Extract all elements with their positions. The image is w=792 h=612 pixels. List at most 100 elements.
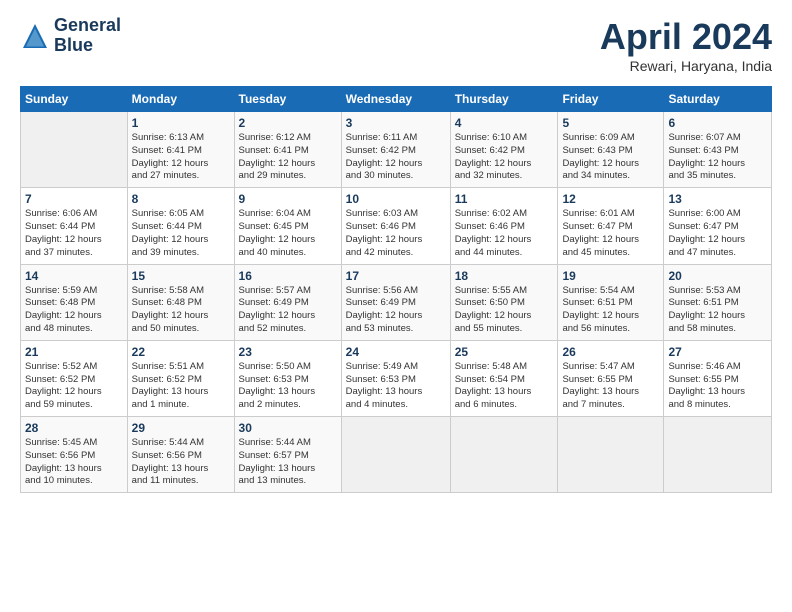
day-cell: 28 Sunrise: 5:45 AM Sunset: 6:56 PM Dayli… (21, 417, 128, 493)
day-cell: 23 Sunrise: 5:50 AM Sunset: 6:53 PM Dayli… (234, 340, 341, 416)
day-info: Sunrise: 6:11 AM Sunset: 6:42 PM Dayligh… (346, 132, 446, 183)
logo-text: General Blue (54, 16, 121, 56)
day-number: 15 (132, 269, 230, 283)
day-info: Sunrise: 6:10 AM Sunset: 6:42 PM Dayligh… (455, 132, 554, 183)
day-cell: 13Sunrise: 6:00 AM Sunset: 6:47 PM Dayli… (664, 188, 772, 264)
day-cell: 30 Sunrise: 5:44 AM Sunset: 6:57 PM Dayli… (234, 417, 341, 493)
day-number: 30 (239, 421, 337, 435)
week-row-1: 7Sunrise: 6:06 AM Sunset: 6:44 PM Daylig… (21, 188, 772, 264)
day-info: Sunrise: 5:58 AM Sunset: 6:48 PM Dayligh… (132, 285, 230, 336)
location: Rewari, Haryana, India (600, 58, 772, 74)
week-row-4: 28 Sunrise: 5:45 AM Sunset: 6:56 PM Dayli… (21, 417, 772, 493)
day-cell: 18 Sunrise: 5:55 AM Sunset: 6:50 PM Dayli… (450, 264, 558, 340)
month-title: April 2024 (600, 16, 772, 58)
day-info: Sunrise: 6:07 AM Sunset: 6:43 PM Dayligh… (668, 132, 767, 183)
day-info: Sunrise: 5:50 AM Sunset: 6:53 PM Dayligh… (239, 361, 337, 412)
day-number: 13 (668, 192, 767, 206)
header-monday: Monday (127, 87, 234, 112)
day-cell: 10 Sunrise: 6:03 AM Sunset: 6:46 PM Dayli… (341, 188, 450, 264)
week-row-0: 1 Sunrise: 6:13 AM Sunset: 6:41 PM Daylig… (21, 112, 772, 188)
day-number: 1 (132, 116, 230, 130)
day-cell: 19 Sunrise: 5:54 AM Sunset: 6:51 PM Dayli… (558, 264, 664, 340)
logo-line2: Blue (54, 36, 121, 56)
day-info: Sunrise: 5:51 AM Sunset: 6:52 PM Dayligh… (132, 361, 230, 412)
header-saturday: Saturday (664, 87, 772, 112)
day-number: 19 (562, 269, 659, 283)
day-number: 4 (455, 116, 554, 130)
day-cell: 1 Sunrise: 6:13 AM Sunset: 6:41 PM Daylig… (127, 112, 234, 188)
header-friday: Friday (558, 87, 664, 112)
day-info: Sunrise: 5:48 AM Sunset: 6:54 PM Dayligh… (455, 361, 554, 412)
day-cell: 6Sunrise: 6:07 AM Sunset: 6:43 PM Daylig… (664, 112, 772, 188)
day-cell: 24 Sunrise: 5:49 AM Sunset: 6:53 PM Dayli… (341, 340, 450, 416)
day-info: Sunrise: 5:49 AM Sunset: 6:53 PM Dayligh… (346, 361, 446, 412)
day-number: 29 (132, 421, 230, 435)
header-tuesday: Tuesday (234, 87, 341, 112)
day-info: Sunrise: 5:44 AM Sunset: 6:56 PM Dayligh… (132, 437, 230, 488)
day-number: 22 (132, 345, 230, 359)
day-cell: 7Sunrise: 6:06 AM Sunset: 6:44 PM Daylig… (21, 188, 128, 264)
day-cell: 4 Sunrise: 6:10 AM Sunset: 6:42 PM Daylig… (450, 112, 558, 188)
day-number: 2 (239, 116, 337, 130)
day-number: 16 (239, 269, 337, 283)
day-info: Sunrise: 6:13 AM Sunset: 6:41 PM Dayligh… (132, 132, 230, 183)
day-number: 24 (346, 345, 446, 359)
day-cell: 3 Sunrise: 6:11 AM Sunset: 6:42 PM Daylig… (341, 112, 450, 188)
day-number: 5 (562, 116, 659, 130)
day-cell (21, 112, 128, 188)
week-row-2: 14Sunrise: 5:59 AM Sunset: 6:48 PM Dayli… (21, 264, 772, 340)
day-number: 9 (239, 192, 337, 206)
day-cell: 29 Sunrise: 5:44 AM Sunset: 6:56 PM Dayli… (127, 417, 234, 493)
logo-icon (20, 21, 50, 51)
calendar-table: Sunday Monday Tuesday Wednesday Thursday… (20, 86, 772, 493)
day-cell: 2 Sunrise: 6:12 AM Sunset: 6:41 PM Daylig… (234, 112, 341, 188)
day-cell: 14Sunrise: 5:59 AM Sunset: 6:48 PM Dayli… (21, 264, 128, 340)
header-sunday: Sunday (21, 87, 128, 112)
day-info: Sunrise: 6:04 AM Sunset: 6:45 PM Dayligh… (239, 208, 337, 259)
day-info: Sunrise: 5:46 AM Sunset: 6:55 PM Dayligh… (668, 361, 767, 412)
day-info: Sunrise: 6:02 AM Sunset: 6:46 PM Dayligh… (455, 208, 554, 259)
day-info: Sunrise: 5:55 AM Sunset: 6:50 PM Dayligh… (455, 285, 554, 336)
day-cell (341, 417, 450, 493)
day-number: 8 (132, 192, 230, 206)
day-number: 28 (25, 421, 123, 435)
day-number: 26 (562, 345, 659, 359)
day-number: 14 (25, 269, 123, 283)
day-cell: 5Sunrise: 6:09 AM Sunset: 6:43 PM Daylig… (558, 112, 664, 188)
calendar-header: Sunday Monday Tuesday Wednesday Thursday… (21, 87, 772, 112)
day-info: Sunrise: 6:12 AM Sunset: 6:41 PM Dayligh… (239, 132, 337, 183)
day-info: Sunrise: 5:45 AM Sunset: 6:56 PM Dayligh… (25, 437, 123, 488)
header-wednesday: Wednesday (341, 87, 450, 112)
day-cell: 21 Sunrise: 5:52 AM Sunset: 6:52 PM Dayli… (21, 340, 128, 416)
day-number: 18 (455, 269, 554, 283)
day-info: Sunrise: 6:03 AM Sunset: 6:46 PM Dayligh… (346, 208, 446, 259)
day-number: 10 (346, 192, 446, 206)
day-cell: 22 Sunrise: 5:51 AM Sunset: 6:52 PM Dayli… (127, 340, 234, 416)
header: General Blue April 2024 Rewari, Haryana,… (20, 16, 772, 74)
day-cell: 26Sunrise: 5:47 AM Sunset: 6:55 PM Dayli… (558, 340, 664, 416)
day-info: Sunrise: 5:56 AM Sunset: 6:49 PM Dayligh… (346, 285, 446, 336)
day-number: 20 (668, 269, 767, 283)
calendar-body: 1 Sunrise: 6:13 AM Sunset: 6:41 PM Daylig… (21, 112, 772, 493)
day-cell: 15 Sunrise: 5:58 AM Sunset: 6:48 PM Dayli… (127, 264, 234, 340)
day-info: Sunrise: 6:06 AM Sunset: 6:44 PM Dayligh… (25, 208, 123, 259)
day-cell: 20Sunrise: 5:53 AM Sunset: 6:51 PM Dayli… (664, 264, 772, 340)
logo: General Blue (20, 16, 121, 56)
day-info: Sunrise: 5:44 AM Sunset: 6:57 PM Dayligh… (239, 437, 337, 488)
day-cell: 12Sunrise: 6:01 AM Sunset: 6:47 PM Dayli… (558, 188, 664, 264)
day-cell (450, 417, 558, 493)
day-info: Sunrise: 6:05 AM Sunset: 6:44 PM Dayligh… (132, 208, 230, 259)
page: General Blue April 2024 Rewari, Haryana,… (0, 0, 792, 509)
title-block: April 2024 Rewari, Haryana, India (600, 16, 772, 74)
day-number: 11 (455, 192, 554, 206)
day-number: 3 (346, 116, 446, 130)
day-number: 23 (239, 345, 337, 359)
day-cell: 27Sunrise: 5:46 AM Sunset: 6:55 PM Dayli… (664, 340, 772, 416)
day-info: Sunrise: 5:54 AM Sunset: 6:51 PM Dayligh… (562, 285, 659, 336)
day-cell (664, 417, 772, 493)
day-info: Sunrise: 5:57 AM Sunset: 6:49 PM Dayligh… (239, 285, 337, 336)
day-number: 21 (25, 345, 123, 359)
logo-line1: General (54, 16, 121, 36)
day-cell: 9 Sunrise: 6:04 AM Sunset: 6:45 PM Daylig… (234, 188, 341, 264)
day-info: Sunrise: 5:52 AM Sunset: 6:52 PM Dayligh… (25, 361, 123, 412)
